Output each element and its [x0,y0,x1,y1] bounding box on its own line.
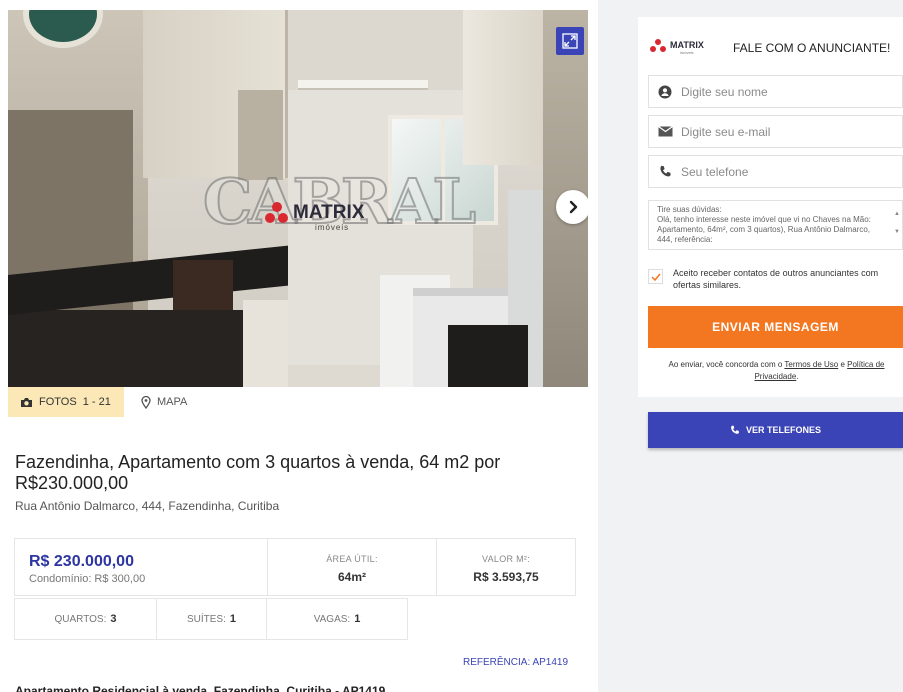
quartos-label: QUARTOS: [54,613,107,625]
tab-mapa-label: MAPA [157,396,188,408]
listing-price: R$ 230.000,00 [29,553,134,570]
name-field[interactable] [648,75,903,108]
watermark-logo: MATRIX imóveis [265,202,383,234]
vagas-label: VAGAS: [313,613,351,625]
photo-watermark: CABRAL MATRIX imóveis [202,169,477,245]
listing-info-table: R$ 230.000,00 Condomínio: R$ 300,00 ÁREA… [14,538,576,643]
expand-icon [562,33,578,49]
listing-title: Fazendinha, Apartamento com 3 quartos à … [15,452,501,493]
advertiser-logo: MATRIX imóveis [650,37,720,57]
consent-row: Aceito receber contatos de outros anunci… [648,267,903,291]
tab-mapa[interactable]: MAPA [125,387,199,417]
price-cell: R$ 230.000,00 Condomínio: R$ 300,00 [14,538,268,596]
terms-link[interactable]: Termos de Uso [784,360,838,369]
tab-fotos-label: FOTOS [39,396,77,408]
valor-m2-value: R$ 3.593,75 [473,570,539,584]
quartos-cell: QUARTOS: 3 [14,598,157,640]
message-scrollbar[interactable]: ▲ ▼ [893,205,901,245]
checkmark-icon [650,273,661,281]
send-message-button[interactable]: ENVIAR MENSAGEM [648,306,903,348]
phone-field[interactable] [648,155,903,188]
condominio-fee: Condomínio: R$ 300,00 [29,573,146,585]
user-icon [658,85,672,98]
contact-form: MATRIX imóveis FALE COM O ANUNCIANTE! Di… [638,17,903,397]
suites-cell: SUÍTES: 1 [156,598,267,640]
consent-checkbox[interactable] [648,269,663,284]
terms-notice: Ao enviar, você concorda com o Termos de… [668,360,885,381]
next-photo-button[interactable] [556,190,588,224]
listing-subtitle: Apartamento Residencial à venda, Fazendi… [15,684,386,692]
area-value: 64m² [337,570,366,584]
map-pin-icon [141,395,151,409]
listing-reference: REFERÊNCIA: AP1419 [463,657,569,668]
envelope-icon [657,126,673,137]
valor-m2-cell: VALOR M²: R$ 3.593,75 [436,538,576,596]
phone-icon [731,425,739,434]
suites-value: 1 [229,613,237,625]
gallery-tabs: FOTOS 1 - 21 MAPA [8,387,199,417]
contact-title: FALE COM O ANUNCIANTE! [733,41,891,55]
email-input[interactable] [681,124,891,139]
logo-dots-icon [265,202,289,226]
name-input[interactable] [681,84,891,99]
message-textarea[interactable]: Tire suas dúvidas: Olá, tenho interesse … [649,201,892,249]
tab-fotos-count: 1 - 21 [82,396,111,408]
phone-icon [659,165,671,177]
vagas-cell: VAGAS: 1 [266,598,408,640]
area-label: ÁREA ÚTIL: [326,554,378,564]
view-phones-label: VER TELEFONES [745,425,821,435]
listing-address: Rua Antônio Dalmarco, 444, Fazendinha, C… [15,499,280,513]
consent-text: Aceito receber contatos de outros anunci… [673,268,879,290]
fullscreen-button[interactable] [556,27,584,55]
chevron-right-icon [569,200,578,214]
vagas-value: 1 [354,613,361,625]
phone-input[interactable] [681,164,891,179]
view-phones-button[interactable]: VER TELEFONES [648,412,903,448]
suites-label: SUÍTES: [186,613,226,625]
message-field[interactable]: Tire suas dúvidas: Olá, tenho interesse … [648,200,903,250]
valor-m2-label: VALOR M²: [481,554,531,564]
camera-icon [21,397,32,407]
quartos-value: 3 [110,613,117,625]
area-cell: ÁREA ÚTIL: 64m² [267,538,437,596]
listing-photo[interactable]: CABRAL MATRIX imóveis [8,10,588,387]
email-field[interactable] [648,115,903,148]
tab-fotos[interactable]: FOTOS 1 - 21 [8,387,124,417]
